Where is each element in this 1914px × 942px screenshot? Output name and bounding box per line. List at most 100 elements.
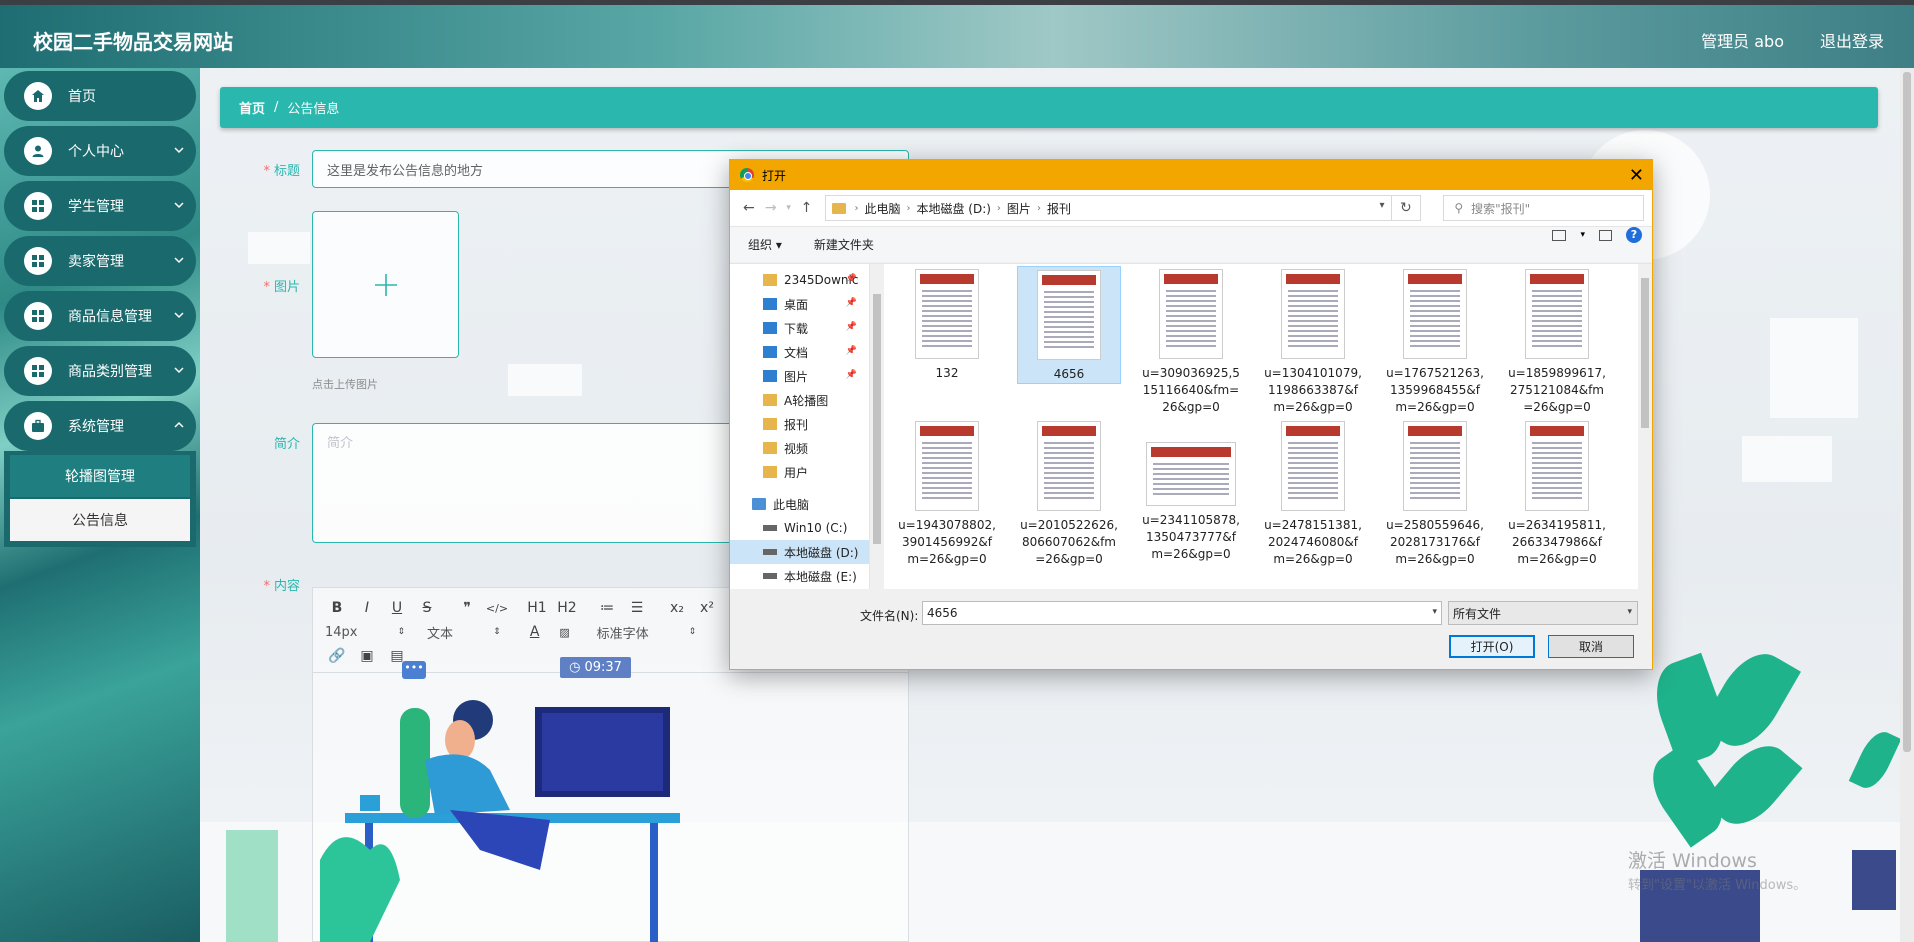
- logout-link[interactable]: 退出登录: [1820, 28, 1884, 52]
- sidebar-item-home[interactable]: 首页: [4, 71, 196, 121]
- open-button[interactable]: 打开(O): [1449, 635, 1535, 658]
- image-icon[interactable]: ▣: [355, 648, 379, 664]
- ordered-list-button[interactable]: ≔: [595, 600, 619, 616]
- nav-item-2345downloads[interactable]: 2345Downlc 📌: [730, 268, 869, 292]
- scrollbar-thumb[interactable]: [1641, 278, 1649, 428]
- nav-item-drive-e[interactable]: 本地磁盘 (E:): [730, 564, 869, 588]
- address-crumb[interactable]: 图片: [1007, 200, 1031, 217]
- nav-item-users[interactable]: 用户: [730, 460, 869, 484]
- help-icon[interactable]: ?: [1626, 227, 1642, 243]
- preview-pane-icon[interactable]: [1599, 229, 1612, 241]
- file-item[interactable]: 4656: [1017, 266, 1121, 384]
- sidebar-item-students[interactable]: 学生管理: [4, 181, 196, 231]
- file-item[interactable]: u=1304101079, 1198663387&f m=26&gp=0: [1261, 266, 1365, 416]
- italic-button[interactable]: I: [355, 600, 379, 616]
- file-item[interactable]: u=1943078802, 3901456992&f m=26&gp=0: [895, 418, 999, 568]
- chevron-down-icon: [174, 147, 184, 154]
- chat-bubble-icon: •••: [402, 661, 426, 679]
- address-bar[interactable]: › 此电脑 › 本地磁盘 (D:) › 图片 › 报刊 ▾: [825, 195, 1392, 221]
- file-item[interactable]: u=2010522626, 806607062&fm =26&gp=0: [1017, 418, 1121, 568]
- text-style-select[interactable]: 文本 ⇕: [427, 623, 501, 642]
- nav-item-documents[interactable]: 文档 📌: [730, 340, 869, 364]
- up-arrow-icon[interactable]: ↑: [796, 200, 818, 216]
- file-item[interactable]: u=1859899617, 275121084&fm =26&gp=0: [1505, 266, 1609, 416]
- font-color-icon[interactable]: A: [523, 624, 547, 640]
- nav-scrollbar[interactable]: [870, 264, 884, 590]
- breadcrumb-home[interactable]: 首页: [239, 98, 265, 117]
- view-controls: ▾ ?: [1552, 227, 1642, 243]
- breadcrumb-separator: /: [274, 100, 279, 115]
- nav-item-newspapers[interactable]: 报刊: [730, 412, 869, 436]
- underline-button[interactable]: U: [385, 600, 409, 616]
- sidebar-item-sellers[interactable]: 卖家管理: [4, 236, 196, 286]
- file-item[interactable]: u=1767521263, 1359968455&f m=26&gp=0: [1383, 266, 1487, 416]
- filetype-select[interactable]: 所有文件 ▾: [1448, 601, 1638, 625]
- h2-button[interactable]: H2: [555, 600, 579, 616]
- file-item[interactable]: u=2478151381, 2024746080&f m=26&gp=0: [1261, 418, 1365, 568]
- nav-item-downloads[interactable]: 下载 📌: [730, 316, 869, 340]
- address-crumb[interactable]: 此电脑: [864, 200, 900, 217]
- chevron-down-icon[interactable]: ▾: [1379, 200, 1384, 211]
- link-icon[interactable]: 🔗: [325, 648, 349, 664]
- background-color-icon[interactable]: ▨: [553, 626, 577, 639]
- files-scrollbar[interactable]: [1638, 264, 1652, 590]
- h1-button[interactable]: H1: [525, 600, 549, 616]
- nav-item-this-pc[interactable]: 此电脑: [730, 492, 869, 516]
- sidebar-item-product-category[interactable]: 商品类别管理: [4, 346, 196, 396]
- sidebar-item-label: 个人中心: [68, 144, 124, 160]
- sidebar-item-personal-center[interactable]: 个人中心: [4, 126, 196, 176]
- recent-chevron-icon[interactable]: ▾: [782, 203, 796, 213]
- dialog-title: 打开: [762, 168, 787, 183]
- quote-button[interactable]: ❞: [455, 600, 479, 616]
- bullet-list-button[interactable]: ☰: [625, 600, 649, 616]
- scrollbar-thumb[interactable]: [1903, 72, 1911, 752]
- font-family-select[interactable]: 标准字体 ⇕: [597, 623, 697, 642]
- chevron-down-icon[interactable]: ▾: [1580, 230, 1585, 240]
- organize-button[interactable]: 组织 ▾: [748, 236, 782, 253]
- back-arrow-icon[interactable]: ←: [738, 200, 760, 216]
- code-button[interactable]: </>: [485, 602, 509, 615]
- nav-item-pictures[interactable]: 图片 📌: [730, 364, 869, 388]
- search-input[interactable]: ⚲ 搜索"报刊": [1443, 195, 1644, 221]
- file-item[interactable]: u=309036925,5 15116640&fm= 26&gp=0: [1139, 266, 1243, 416]
- page-scrollbar[interactable]: [1900, 68, 1914, 942]
- file-item[interactable]: 132: [895, 266, 999, 382]
- subscript-button[interactable]: x₂: [665, 600, 689, 616]
- newspaper-thumbnail: [1403, 421, 1467, 511]
- image-upload-button[interactable]: [312, 211, 459, 358]
- chevron-right-icon: ›: [854, 202, 859, 214]
- bold-button[interactable]: B: [325, 600, 349, 616]
- newspaper-thumbnail: [1403, 269, 1467, 359]
- address-crumb[interactable]: 本地磁盘 (D:): [916, 200, 990, 217]
- submenu-item-announcement[interactable]: 公告信息: [10, 499, 190, 541]
- refresh-icon[interactable]: ↻: [1391, 195, 1422, 221]
- address-crumb[interactable]: 报刊: [1047, 200, 1071, 217]
- content-label: * 内容: [263, 579, 300, 594]
- file-item[interactable]: u=2634195811, 2663347986&f m=26&gp=0: [1505, 418, 1609, 568]
- submenu-item-carousel[interactable]: 轮播图管理: [10, 455, 190, 497]
- nav-item-videos[interactable]: 视频: [730, 436, 869, 460]
- font-size-select[interactable]: 14px ⇕: [325, 625, 405, 640]
- folder-icon: [763, 442, 777, 454]
- cancel-button[interactable]: 取消: [1548, 635, 1634, 658]
- command-bar: 组织 ▾ 新建文件夹: [730, 226, 1652, 262]
- scrollbar-thumb[interactable]: [873, 294, 881, 544]
- sidebar-item-system[interactable]: 系统管理: [4, 401, 196, 451]
- sidebar-item-product-info[interactable]: 商品信息管理: [4, 291, 196, 341]
- close-icon[interactable]: ✕: [1629, 165, 1644, 186]
- nav-item-drive-c[interactable]: Win10 (C:): [730, 516, 869, 540]
- computer-icon: [752, 498, 766, 510]
- file-item[interactable]: u=2341105878, 1350473777&f m=26&gp=0: [1139, 418, 1243, 563]
- nav-item-a-carousel[interactable]: A轮播图: [730, 388, 869, 412]
- strike-button[interactable]: S: [415, 600, 439, 616]
- nav-item-drive-d[interactable]: 本地磁盘 (D:): [730, 540, 869, 564]
- file-item[interactable]: u=2580559646, 2028173176&f m=26&gp=0: [1383, 418, 1487, 568]
- chevron-down-icon[interactable]: ▾: [1432, 607, 1437, 617]
- superscript-button[interactable]: x²: [695, 600, 719, 616]
- new-folder-button[interactable]: 新建文件夹: [814, 236, 874, 253]
- nav-item-desktop[interactable]: 桌面 📌: [730, 292, 869, 316]
- filename-input[interactable]: 4656 ▾: [922, 601, 1442, 625]
- forward-arrow-icon[interactable]: →: [760, 200, 782, 216]
- decor-block: [508, 364, 582, 396]
- view-mode-icon[interactable]: [1552, 229, 1567, 241]
